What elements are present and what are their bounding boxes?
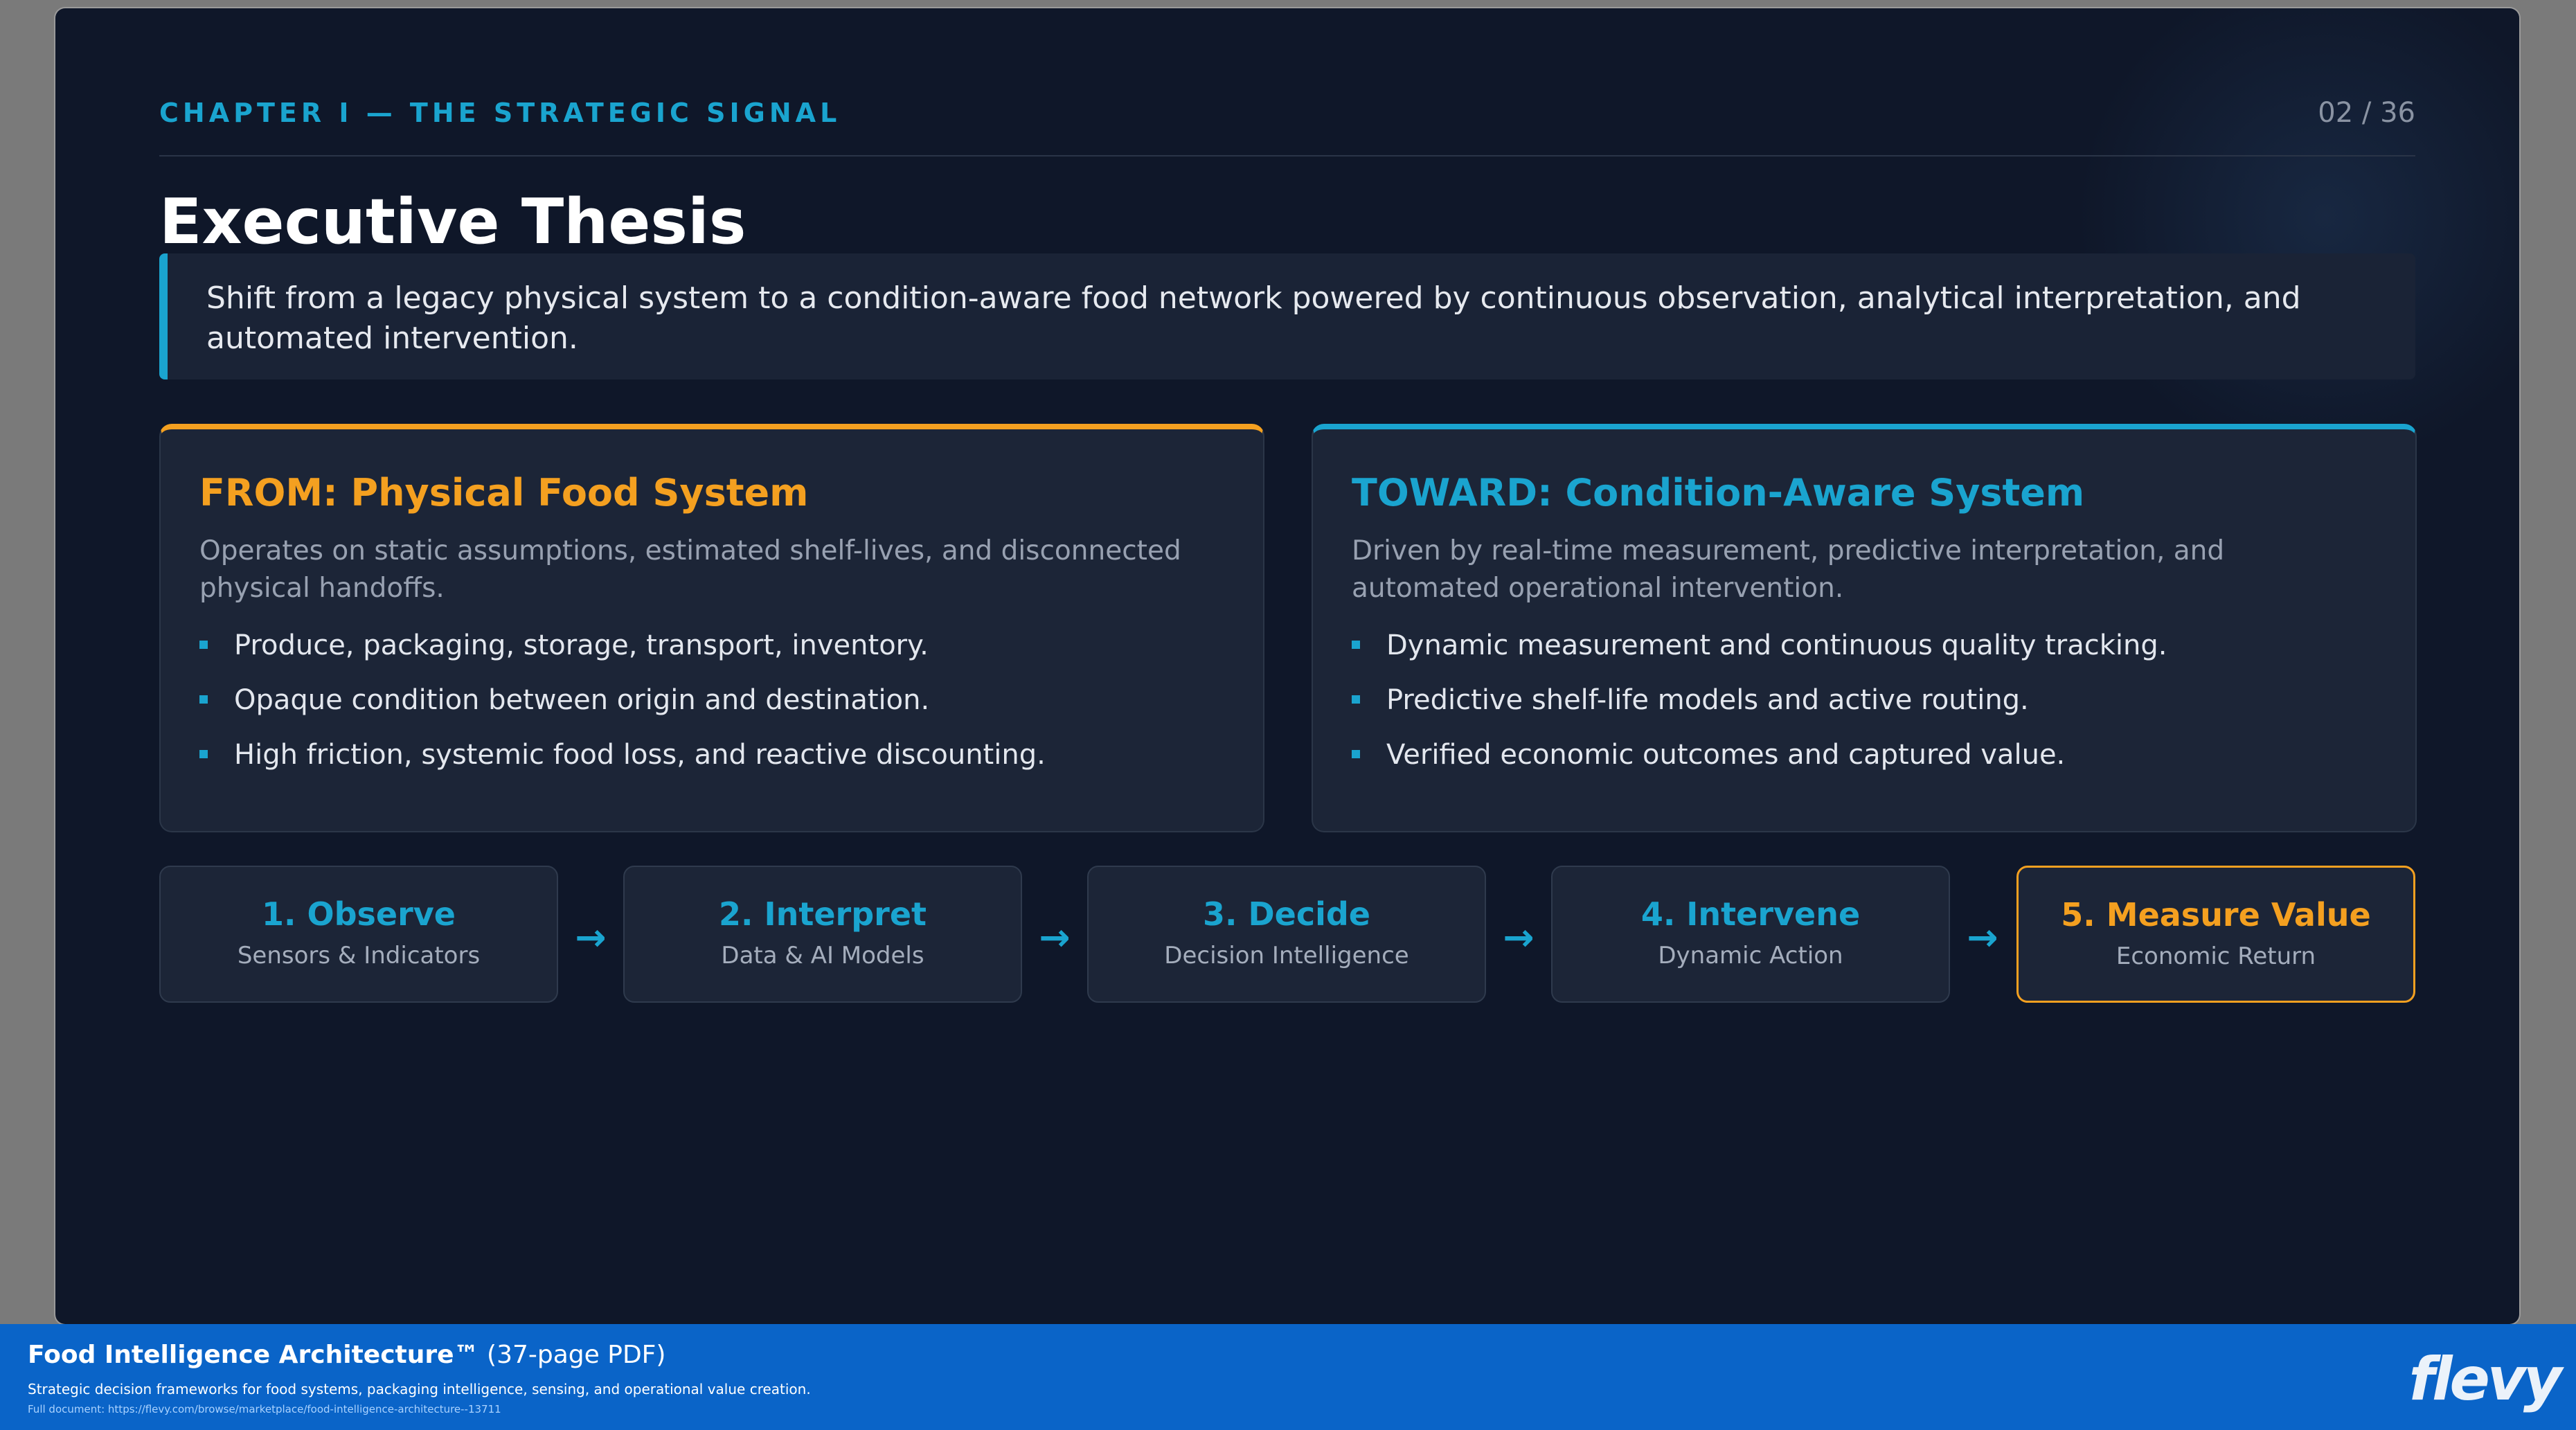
list-item: Dynamic measurement and continuous quali…	[1352, 628, 2377, 663]
from-bullet-list: Produce, packaging, storage, transport, …	[199, 628, 1224, 772]
document-title: Food Intelligence Architecture™	[28, 1341, 479, 1369]
thesis-callout: Shift from a legacy physical system to a…	[159, 253, 2415, 379]
thesis-text: Shift from a legacy physical system to a…	[206, 280, 2301, 356]
toward-card-description: Driven by real-time measurement, predict…	[1352, 535, 2225, 604]
page-count: (37-page PDF)	[487, 1341, 666, 1369]
step-subtitle: Sensors & Indicators	[237, 942, 481, 969]
step-subtitle: Data & AI Models	[721, 942, 924, 969]
list-item: Verified economic outcomes and captured …	[1352, 738, 2377, 772]
bullet-square-icon	[1352, 750, 1360, 758]
flevy-logo[interactable]: flevy	[2409, 1345, 2562, 1414]
bullet-text: Dynamic measurement and continuous quali…	[1386, 629, 2167, 661]
bullet-text: Opaque condition between origin and dest…	[234, 684, 930, 716]
arrow-right-icon: →	[575, 915, 607, 959]
arrow-right-icon: →	[1039, 915, 1071, 959]
step-intervene: 4. Intervene Dynamic Action	[1551, 866, 1950, 1003]
bullet-square-icon	[1352, 641, 1360, 649]
background-glow	[2076, 8, 2519, 465]
slide-header: CHAPTER I — THE STRATEGIC SIGNAL 02 / 36	[159, 97, 2415, 157]
page-indicator: 02 / 36	[2318, 97, 2415, 129]
arrow-right-icon: →	[1967, 915, 1998, 959]
page-title: Executive Thesis	[159, 186, 746, 258]
arrow-right-icon: →	[1503, 915, 1535, 959]
step-title: 3. Decide	[1202, 895, 1371, 933]
from-card-description: Operates on static assumptions, estimate…	[199, 535, 1181, 604]
from-card-title: FROM: Physical Food System	[199, 471, 809, 515]
list-item: Produce, packaging, storage, transport, …	[199, 628, 1224, 663]
footer-title: Food Intelligence Architecture™ (37-page…	[28, 1341, 665, 1369]
list-item: Predictive shelf-life models and active …	[1352, 683, 2377, 717]
step-title: 2. Interpret	[718, 895, 927, 933]
bullet-text: Predictive shelf-life models and active …	[1386, 684, 2029, 716]
chapter-label: CHAPTER I — THE STRATEGIC SIGNAL	[159, 98, 841, 128]
footer-banner: Food Intelligence Architecture™ (37-page…	[0, 1324, 2576, 1430]
bullet-text: Verified economic outcomes and captured …	[1386, 739, 2066, 771]
toward-bullet-list: Dynamic measurement and continuous quali…	[1352, 628, 2377, 772]
step-interpret: 2. Interpret Data & AI Models	[623, 866, 1022, 1003]
toward-card: TOWARD: Condition-Aware System Driven by…	[1312, 424, 2417, 832]
step-measure-value: 5. Measure Value Economic Return	[2016, 866, 2415, 1003]
list-item: Opaque condition between origin and dest…	[199, 683, 1224, 717]
step-subtitle: Decision Intelligence	[1164, 942, 1409, 969]
step-title: 1. Observe	[262, 895, 456, 933]
from-card: FROM: Physical Food System Operates on s…	[159, 424, 1264, 832]
footer-description: Strategic decision frameworks for food s…	[28, 1381, 811, 1397]
step-title: 5. Measure Value	[2061, 896, 2371, 933]
step-subtitle: Economic Return	[2116, 942, 2316, 970]
step-title: 4. Intervene	[1640, 895, 1861, 933]
bullet-square-icon	[1352, 695, 1360, 704]
list-item: High friction, systemic food loss, and r…	[199, 738, 1224, 772]
bullet-text: High friction, systemic food loss, and r…	[234, 739, 1046, 771]
bullet-text: Produce, packaging, storage, transport, …	[234, 629, 929, 661]
step-decide: 3. Decide Decision Intelligence	[1087, 866, 1486, 1003]
document-link[interactable]: Full document: https://flevy.com/browse/…	[28, 1403, 501, 1415]
step-observe: 1. Observe Sensors & Indicators	[159, 866, 558, 1003]
bullet-square-icon	[199, 641, 208, 649]
slide: CHAPTER I — THE STRATEGIC SIGNAL 02 / 36…	[55, 8, 2519, 1324]
bullet-square-icon	[199, 695, 208, 704]
toward-card-title: TOWARD: Condition-Aware System	[1352, 471, 2085, 515]
step-subtitle: Dynamic Action	[1658, 942, 1843, 969]
bullet-square-icon	[199, 750, 208, 758]
